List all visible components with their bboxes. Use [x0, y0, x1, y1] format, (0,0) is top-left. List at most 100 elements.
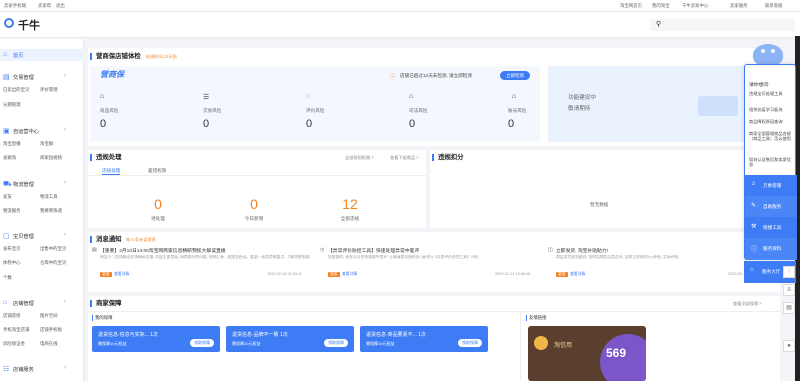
notice-item[interactable]: ▤ 【重要】2月10日14:00淘宝网商家信息精研预揽大解读直播 淘宝小二在线解…: [92, 247, 316, 289]
divider: [88, 311, 780, 312]
sidebar-link[interactable]: 图片空间: [40, 313, 58, 319]
rules-link[interactable]: 全部规则权限 >: [345, 155, 374, 161]
scroll-top-button[interactable]: ↑: [783, 266, 795, 278]
shop-icon: ⌂: [3, 299, 8, 306]
chevron-right-icon: ›: [64, 180, 66, 186]
notice-date: 2020-02-14 21:53:11: [267, 272, 302, 276]
chat-icon: ◌: [306, 93, 311, 100]
assistant-question[interactable]: 如何认证售后和卖家信息: [749, 157, 793, 167]
assurance-card: 商家保障 查看全部保障 > 我的保障 退货信息-信息与实际... 1次 需保障1…: [88, 296, 780, 381]
sidebar-link[interactable]: 物流工具: [40, 194, 58, 200]
topbar-link-taobao-home[interactable]: 淘宝网首页: [620, 3, 642, 9]
pending-count[interactable]: 0: [128, 196, 188, 212]
notice-item[interactable]: ◷ 【异常评价防控工具】快速处理异常中差评 您想要的, 现在可以在线管理中差评,…: [320, 247, 544, 289]
sidebar-group-logistics[interactable]: ⛟ 物流管理 ›: [0, 178, 84, 190]
today-count[interactable]: 0: [224, 196, 284, 212]
layout-button[interactable]: ▤: [783, 302, 795, 314]
sidebar-link[interactable]: 已卖出的宝贝: [3, 87, 29, 93]
info-icon: ⓘ: [751, 247, 758, 253]
sidebar-link[interactable]: 发微淘: [3, 155, 16, 161]
sidebar-link[interactable]: 淘宝群: [40, 141, 53, 147]
notice-item[interactable]: ◫ 立即发货, 淘宝补贴助力! 商品发货规划建议! 您的店铺货品是否好, 您和立…: [548, 247, 776, 289]
delisted-link[interactable]: 查看下架商品 >: [390, 155, 419, 161]
assistant-question[interactable]: 相关抗疫学习板块: [749, 107, 793, 112]
topbar-link-my-taobao[interactable]: 我的淘宝: [652, 3, 670, 9]
credit-banner[interactable]: 淘信用 569: [528, 326, 646, 381]
tab-errors[interactable]: 差错权限: [148, 168, 166, 174]
view-details-link[interactable]: 查看详情: [570, 272, 585, 277]
assistant-question[interactable]: 商品降权原因查询: [749, 119, 793, 124]
sidebar-link[interactable]: 分期管理: [3, 102, 21, 108]
view-details-link[interactable]: 查看详情: [114, 272, 129, 277]
sidebar-link[interactable]: 手机淘宝店铺: [3, 327, 29, 333]
divider: [88, 175, 426, 176]
assurance-item-sub: 需保障10元权益: [98, 341, 127, 346]
topbar-link-contact[interactable]: 联系客服: [765, 3, 783, 9]
assistant-question[interactable]: 商家全面管理商品合规（商品工具）怎么使用: [749, 131, 793, 141]
metric-value: 0: [203, 118, 210, 130]
section-subtitle: 检测时间 12天前: [146, 54, 177, 59]
sidebar-group-self-operation[interactable]: ▣ 自运营中心 ›: [0, 125, 84, 137]
assistant-prompt: 请你想问:: [749, 83, 770, 88]
total-count[interactable]: 12: [320, 196, 380, 212]
sidebar-link[interactable]: 评价管理: [40, 87, 58, 93]
section-title: 商家保障: [90, 300, 122, 307]
sidebar-group-shop[interactable]: ⌂ 店铺管理 ›: [0, 297, 84, 309]
important-tag: 重要: [556, 272, 568, 277]
sidebar-link[interactable]: 发布宝贝: [3, 246, 21, 252]
sidebar-link[interactable]: 个数: [3, 275, 12, 281]
sidebar-link[interactable]: 发货: [3, 194, 12, 200]
assurance-item-title: 退货信息-品牌不一致 1次: [232, 332, 288, 338]
search-icon[interactable]: ⚲: [656, 20, 661, 28]
sidebar-group-shop-service[interactable]: ☷ 店铺服务 ›: [0, 363, 84, 375]
claim-button[interactable]: 领取保障: [190, 339, 214, 347]
assurance-item[interactable]: 退货信息-品牌不一致 1次 需保障10元权益 领取保障: [226, 326, 354, 352]
topbar-link-seller-center[interactable]: 千牛卖家中心: [682, 3, 708, 9]
metric-value: 0: [409, 118, 416, 130]
menu-button[interactable]: ≡: [783, 284, 795, 296]
sidebar-link[interactable]: 出售中的宝贝: [40, 246, 66, 252]
view-all-assurance-link[interactable]: 查看全部保障 >: [733, 301, 762, 307]
sidebar-group-products[interactable]: ▢ 宝贝管理 ›: [0, 230, 84, 242]
lock-icon: ⌂: [512, 93, 517, 100]
sidebar-link[interactable]: 淘宝直播: [3, 141, 21, 147]
search-input[interactable]: ⚲: [650, 19, 795, 31]
assistant-action[interactable]: ♫ 万象客服: [745, 175, 797, 197]
sidebar-home[interactable]: ⌂ 首页: [0, 49, 84, 61]
sidebar-group-trade[interactable]: ▤ 交易管理 ›: [0, 71, 84, 83]
assurance-item[interactable]: 退货信息-信息与实际... 1次 需保障10元权益 领取保障: [92, 326, 220, 352]
check-now-button[interactable]: 立即检测: [500, 71, 530, 80]
topbar-link-mobile[interactable]: 卖家手机端: [4, 3, 26, 9]
sidebar-link[interactable]: 仓库中的宝贝: [40, 260, 66, 266]
metric-value: 0: [508, 118, 515, 130]
divider: [520, 312, 521, 381]
court-icon: ⌂: [409, 93, 414, 100]
assurance-item-title: 退货信息-信息与实际... 1次: [98, 332, 159, 338]
view-details-link[interactable]: 查看详情: [342, 272, 357, 277]
claim-button[interactable]: 领取保障: [458, 339, 482, 347]
assistant-action[interactable]: ⚒ 快捷工具: [745, 217, 797, 239]
sidebar-link[interactable]: 我要寄快递: [40, 208, 62, 214]
tab-violations[interactable]: 违规处理: [102, 168, 121, 175]
status-button[interactable]: ●: [783, 340, 795, 352]
sidebar-link[interactable]: 电商在线: [40, 341, 58, 347]
sidebar-link[interactable]: 店铺装修: [3, 313, 21, 319]
mascot-elephant[interactable]: [753, 44, 783, 66]
claim-button[interactable]: 领取保障: [324, 339, 348, 347]
topbar-link-seller-service[interactable]: 卖家服务: [730, 3, 748, 9]
sidebar-link[interactable]: 体检中心: [3, 260, 21, 266]
notice-title: 【重要】2月10日14:00淘宝网商家信息精研预揽大解读直播: [100, 249, 226, 254]
warning-icon: ⓘ: [390, 75, 397, 81]
sidebar-link[interactable]: 风险保证金: [3, 341, 25, 347]
assistant-action[interactable]: ⓘ 服务资料: [745, 238, 797, 260]
sidebar-link[interactable]: 物流服务: [3, 208, 21, 214]
today-label: 今日新增: [244, 216, 264, 221]
assistant-question[interactable]: 违规宝贝处理工具: [749, 91, 793, 96]
sidebar-link[interactable]: 店铺手机板: [40, 327, 62, 333]
assurance-item[interactable]: 退货信息-商品要素不... 1次 需保障10元权益 领取保障: [360, 326, 488, 352]
topbar-link-help[interactable]: 卖家帮: [38, 3, 51, 9]
topbar-link-logout[interactable]: 退出: [56, 3, 65, 9]
sidebar-link[interactable]: 商家短视频: [40, 155, 62, 161]
section-subtitle: 每 5 条未读消息: [126, 237, 156, 242]
assistant-action[interactable]: ✎ 自助服务: [745, 196, 797, 218]
